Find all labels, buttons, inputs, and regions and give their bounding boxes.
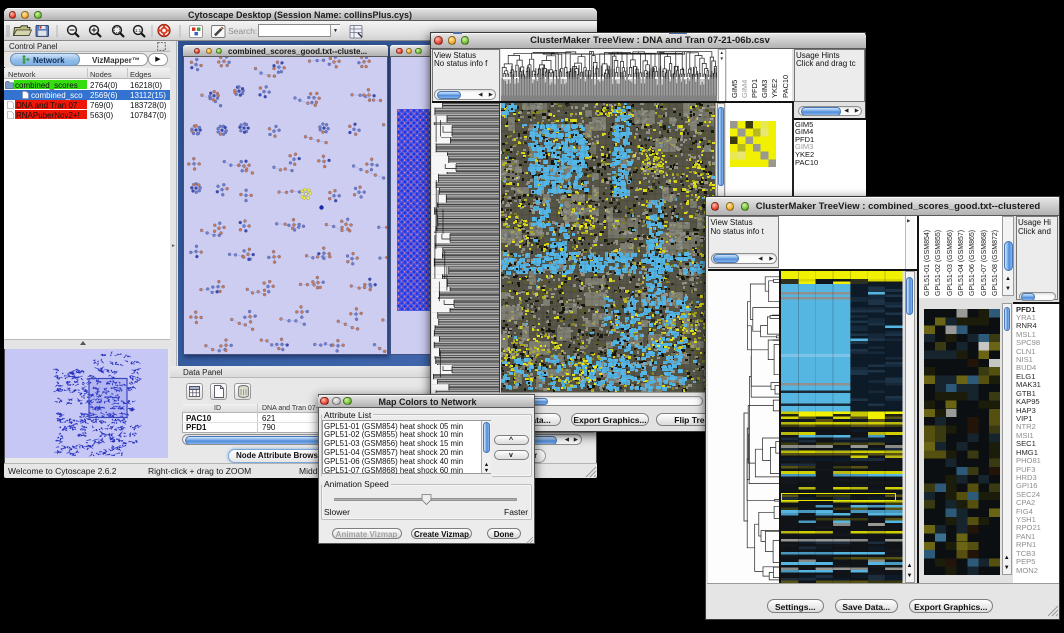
svg-text:1:1: 1:1: [135, 28, 142, 33]
